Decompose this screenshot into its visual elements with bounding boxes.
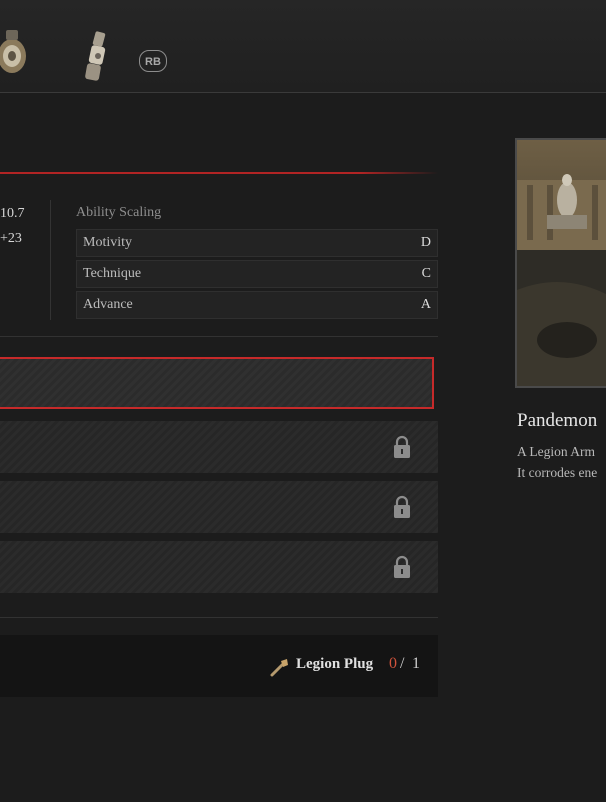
gauntlet-icon[interactable] — [0, 26, 32, 80]
scaling-label: Motivity — [83, 235, 133, 250]
legion-plug-icon — [270, 659, 288, 677]
material-name: Legion Plug — [296, 656, 374, 672]
item-description-line: It corrodes ene — [517, 465, 598, 480]
divider — [0, 617, 438, 618]
legion-arm-icon[interactable] — [78, 30, 118, 88]
scaling-label: Advance — [83, 297, 133, 312]
section-divider — [0, 172, 438, 174]
material-required-count: 1 — [412, 655, 420, 672]
upgrade-slot-selected[interactable] — [0, 357, 434, 409]
scaling-row-motivity: Motivity D — [76, 229, 438, 257]
item-description-line: A Legion Arm — [517, 444, 595, 459]
divider — [0, 336, 438, 337]
rb-button-hint[interactable]: RB — [139, 50, 167, 72]
scaling-grade: D — [420, 235, 431, 250]
lock-icon — [394, 495, 410, 518]
stat-value: 10.7 — [0, 206, 25, 221]
preview-scene — [517, 140, 606, 386]
item-name: Pandemon — [517, 410, 598, 431]
lock-icon — [394, 435, 410, 458]
top-tab-bar: RB — [0, 0, 606, 93]
stats-separator — [50, 200, 51, 320]
scaling-grade: A — [420, 297, 431, 312]
ability-scaling-title: Ability Scaling — [76, 205, 162, 220]
upgrade-slot-locked[interactable] — [0, 421, 438, 473]
scaling-label: Technique — [83, 266, 142, 281]
item-preview-image — [515, 138, 606, 388]
lock-icon — [394, 555, 410, 578]
scaling-grade: C — [421, 266, 431, 281]
scaling-row-advance: Advance A — [76, 291, 438, 319]
material-owned-count: 0 — [389, 655, 397, 672]
material-count-separator: / — [400, 655, 405, 672]
upgrade-slot-locked[interactable] — [0, 541, 438, 593]
stat-bonus: +23 — [0, 231, 22, 246]
scaling-row-technique: Technique C — [76, 260, 438, 288]
upgrade-slot-locked[interactable] — [0, 481, 438, 533]
